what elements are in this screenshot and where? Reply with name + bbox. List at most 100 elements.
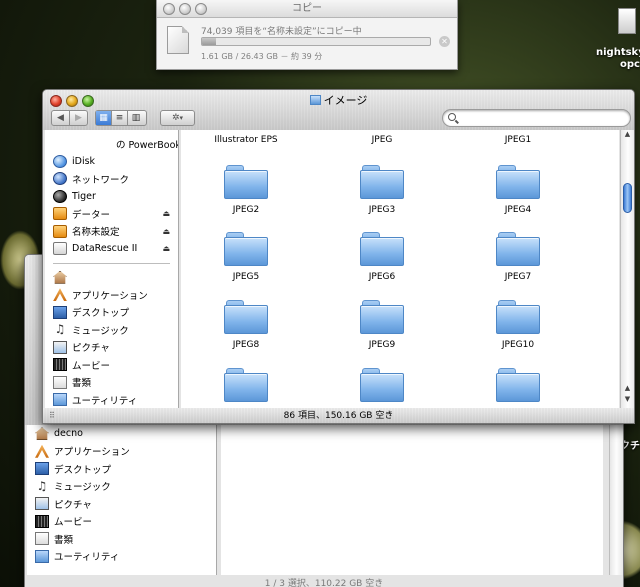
folder-label: JPEG6 [368, 272, 396, 282]
external-disk-icon [53, 207, 67, 221]
folder-item[interactable] [327, 368, 437, 408]
copy-size-text: 1.61 GB / 26.43 GB － 約 39 分 [201, 52, 323, 61]
folder-item[interactable]: JPEG7 [463, 232, 573, 282]
action-menu-button[interactable]: ✲▾ [160, 110, 195, 126]
folder-item[interactable]: JPEG10 [463, 300, 573, 350]
sidebar-item-label: decno [54, 428, 83, 440]
sidebar-item-label: ネットワーク [72, 174, 130, 186]
sidebar-item[interactable]: iDisk [45, 153, 178, 171]
file-view[interactable] [221, 425, 603, 575]
list-view-icon[interactable]: ≡ [112, 111, 128, 125]
eject-icon[interactable]: ⏏ [162, 227, 170, 236]
sidebar-item-label: ミュージック [72, 325, 129, 337]
sidebar-item[interactable]: ピクチャ [45, 339, 178, 357]
applications-icon [35, 444, 49, 458]
sidebar-item[interactable]: アプリケーション [45, 286, 178, 304]
scroll-down-icon[interactable]: ▼ [621, 395, 634, 407]
sidebar-item[interactable]: ネットワーク [45, 170, 178, 188]
folder-label: JPEG8 [232, 340, 260, 350]
folder-label: JPEG7 [504, 272, 532, 282]
sidebar-item[interactable]: 書類 [45, 374, 178, 392]
sidebar-item[interactable]: ♫ ミュージック [27, 478, 216, 496]
sidebar-item-label: データー [72, 209, 111, 221]
scroll-up-icon[interactable]: ▲ [621, 130, 634, 142]
sidebar-item[interactable]: の PowerBook [45, 135, 178, 153]
copy-progress-window[interactable]: コピー 74,039 項目を“名称未設定”にコピー中 ✕ 1.61 GB / 2… [156, 0, 458, 70]
folder-item[interactable]: JPEG8 [191, 300, 301, 350]
desktop-icon [35, 462, 49, 476]
movies-icon [35, 514, 49, 528]
close-button[interactable] [163, 3, 175, 15]
sidebar-item[interactable]: ♫ ミュージック [45, 321, 178, 339]
folder-item[interactable] [191, 368, 301, 408]
documents-icon [53, 375, 67, 389]
sidebar-item[interactable]: ムービー [45, 356, 178, 374]
sidebar-item[interactable]: アプリケーション [27, 443, 216, 461]
window-controls [163, 3, 207, 15]
folder-item[interactable] [463, 368, 573, 408]
sidebar-item[interactable]: Tiger [45, 188, 178, 206]
folder-icon [224, 300, 268, 334]
scroll-thumb[interactable] [623, 183, 632, 213]
search-field[interactable] [442, 109, 631, 127]
desktop-icon-label[interactable]: opc [596, 59, 640, 70]
icon-view[interactable]: Illustrator EPS JPEG JPEG1 JPEG2 JPEG3 JPEG4 J… [181, 130, 619, 408]
desktop-file-icon[interactable] [618, 8, 636, 34]
sidebar-item[interactable]: デスクトップ [45, 304, 178, 322]
sidebar-item-label: デスクトップ [54, 464, 112, 476]
sidebar-item[interactable]: デスクトップ [27, 460, 216, 478]
sidebar-item[interactable]: DataRescue II ⏏ [45, 240, 178, 258]
vertical-scrollbar[interactable] [609, 425, 623, 575]
applications-icon [53, 288, 67, 302]
sidebar-item[interactable] [45, 269, 178, 287]
search-icon [448, 113, 456, 121]
home-icon [35, 427, 49, 441]
external-disk-icon [53, 224, 67, 238]
folder-item[interactable]: JPEG5 [191, 232, 301, 282]
column-view-icon[interactable]: ▥ [128, 111, 144, 125]
sidebar-item[interactable]: 書類 [27, 530, 216, 548]
icon-view-icon[interactable]: ▦ [96, 111, 112, 125]
zoom-button[interactable] [195, 3, 207, 15]
front-finder-window[interactable]: イメージ ◀ ▶ ▦ ≡ ▥ ✲▾ の PowerBook iDisk ネットワーク… [42, 89, 635, 424]
folder-item[interactable]: JPEG3 [327, 165, 437, 215]
eject-icon[interactable]: ⏏ [162, 244, 170, 253]
folder-label: JPEG5 [232, 272, 260, 282]
minimize-button[interactable] [179, 3, 191, 15]
folder-item[interactable]: JPEG4 [463, 165, 573, 215]
sidebar-item-label: ピクチャ [54, 499, 92, 511]
idisk-icon [53, 154, 67, 168]
stop-copy-button[interactable]: ✕ [439, 36, 450, 47]
sidebar-item-label: デスクトップ [72, 308, 130, 320]
vertical-scrollbar[interactable]: ▲ ▲ ▼ [620, 130, 634, 408]
forward-arrow-icon[interactable]: ▶ [70, 111, 87, 125]
eject-icon[interactable]: ⏏ [162, 209, 170, 218]
sidebar-item[interactable]: ユーティリティ [27, 548, 216, 566]
folder-item[interactable]: JPEG [327, 130, 437, 145]
folder-item[interactable]: JPEG2 [191, 165, 301, 215]
back-forward-buttons[interactable]: ◀ ▶ [51, 110, 88, 126]
folder-label: JPEG10 [501, 340, 535, 350]
copy-progress-bar [201, 37, 431, 46]
pictures-icon [53, 340, 67, 354]
folder-item[interactable]: JPEG1 [463, 130, 573, 145]
sidebar-item[interactable]: 名称未設定 ⏏ [45, 223, 178, 241]
sidebar: の PowerBook iDisk ネットワーク Tiger データー ⏏ 名称未設定 ⏏ Da… [45, 130, 179, 408]
back-arrow-icon[interactable]: ◀ [52, 111, 70, 125]
sidebar-item-label: アプリケーション [72, 290, 148, 302]
copy-status-text: 74,039 項目を“名称未設定”にコピー中 [201, 27, 362, 37]
sidebar-item[interactable]: ピクチャ [27, 495, 216, 513]
view-switcher[interactable]: ▦ ≡ ▥ [95, 110, 147, 126]
folder-item[interactable]: JPEG6 [327, 232, 437, 282]
folder-item[interactable]: JPEG9 [327, 300, 437, 350]
folder-label: JPEG9 [368, 340, 396, 350]
folder-icon [309, 95, 321, 105]
sidebar-item[interactable]: データー ⏏ [45, 205, 178, 223]
sidebar-item[interactable]: decno [27, 425, 216, 443]
desktop-icon-label[interactable]: nightsky_l [596, 47, 640, 58]
sidebar-item[interactable]: ムービー [27, 513, 216, 531]
utilities-icon [35, 549, 49, 563]
sidebar-item[interactable]: ユーティリティ [45, 391, 178, 408]
folder-icon [496, 300, 540, 334]
folder-item[interactable]: Illustrator EPS [191, 130, 301, 145]
